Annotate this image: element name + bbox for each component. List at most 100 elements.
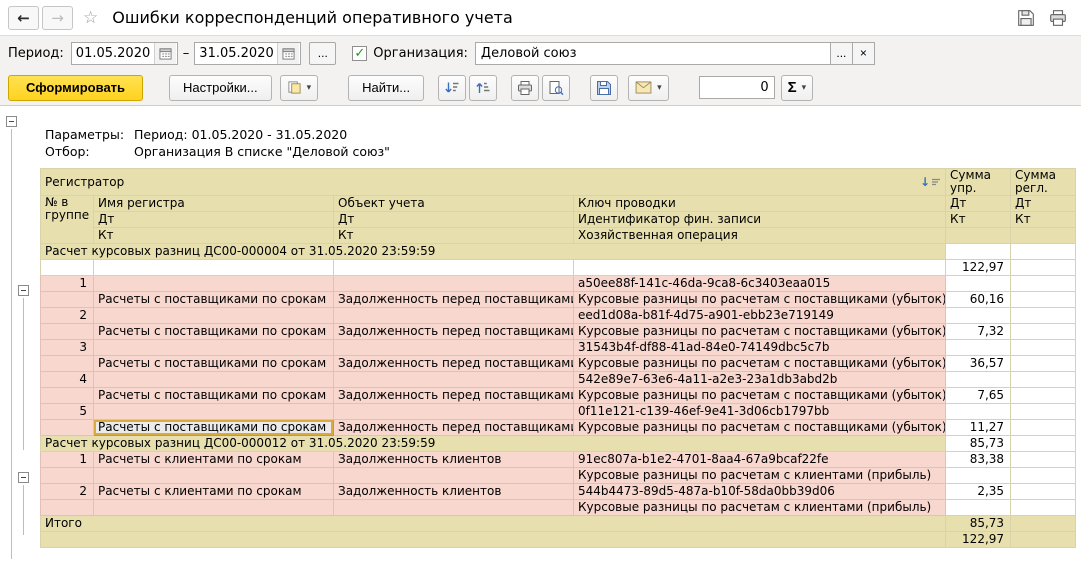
report-cell[interactable] xyxy=(1010,307,1077,324)
print-preview-button[interactable] xyxy=(542,74,571,101)
report-cell[interactable]: Курсовые разницы по расчетам с клиентами… xyxy=(572,499,947,516)
report-cell[interactable]: 122,97 xyxy=(945,531,1012,548)
report-cell[interactable]: Задолженность перед поставщиками xyxy=(333,355,574,372)
report-cell[interactable]: Курсовые разницы по расчетам с поставщик… xyxy=(572,387,947,404)
key-header-cell[interactable]: Ключ проводки xyxy=(572,195,947,212)
report-cell[interactable] xyxy=(93,275,334,292)
report-cell[interactable]: 85,73 xyxy=(945,435,1012,452)
report-cell[interactable] xyxy=(1010,403,1077,420)
report-cell[interactable]: 2 xyxy=(40,483,94,500)
group2-toggle[interactable] xyxy=(18,472,29,483)
quick-sum-field[interactable] xyxy=(698,76,775,99)
favorite-star-icon[interactable]: ☆ xyxy=(83,8,98,28)
report-cell[interactable] xyxy=(93,339,334,356)
report-cell[interactable] xyxy=(93,467,334,484)
report-cell[interactable]: 542e89e7-63e6-4a11-a2e3-23a1db3abd2b xyxy=(572,371,947,388)
report-cell[interactable] xyxy=(40,499,94,516)
sum-upr-kt-header-cell[interactable]: Кт xyxy=(945,211,1012,228)
date-to-input[interactable] xyxy=(195,42,278,64)
report-cell[interactable]: Расчеты с поставщиками по срокам xyxy=(93,291,334,308)
find-button[interactable]: Найти... xyxy=(348,74,425,101)
report-cell[interactable]: 2 xyxy=(40,307,94,324)
report-cell[interactable] xyxy=(40,291,94,308)
report-group-toggle[interactable] xyxy=(6,116,17,127)
report-cell[interactable]: 1 xyxy=(40,275,94,292)
report-cell[interactable] xyxy=(333,259,574,276)
period-more-button[interactable]: ... xyxy=(309,41,337,65)
report-cell[interactable]: 91ec807a-b1e2-4701-8aa4-67a9bcaf22fe xyxy=(572,451,947,468)
report-cell[interactable]: 5 xyxy=(40,403,94,420)
report-cell[interactable]: 2,35 xyxy=(945,483,1012,500)
report-cell[interactable] xyxy=(1010,275,1077,292)
group1-toggle[interactable] xyxy=(18,285,29,296)
generate-button[interactable]: Сформировать xyxy=(8,74,144,101)
report-cell[interactable] xyxy=(93,259,334,276)
report-cell[interactable]: Задолженность перед поставщиками xyxy=(333,323,574,340)
registrar-header-cell[interactable]: ↓ Регистратор xyxy=(39,168,947,196)
send-email-button[interactable]: ▾ xyxy=(628,74,669,101)
sum-regl-header-cell[interactable]: Сумма регл. xyxy=(1010,168,1077,196)
object-kt-header-cell[interactable]: Кт xyxy=(333,227,574,244)
report-cell[interactable]: 36,57 xyxy=(945,355,1012,372)
report-cell[interactable]: Задолженность перед поставщиками xyxy=(333,291,574,308)
report-cell[interactable] xyxy=(333,339,574,356)
report-cell[interactable] xyxy=(1010,259,1077,276)
operation-header-cell[interactable]: Хозяйственная операция xyxy=(572,227,947,244)
total-label-cell[interactable]: Итого xyxy=(39,515,947,532)
report-cell[interactable] xyxy=(1010,467,1077,484)
report-cell[interactable] xyxy=(1010,435,1077,452)
report-cell[interactable] xyxy=(40,387,94,404)
report-cell[interactable]: Курсовые разницы по расчетам с поставщик… xyxy=(572,323,947,340)
report-cell[interactable]: Расчеты с поставщиками по срокам xyxy=(93,323,334,340)
report-cell[interactable] xyxy=(572,259,947,276)
report-cell[interactable]: Расчеты с поставщиками по срокам xyxy=(93,355,334,372)
object-dt-header-cell[interactable]: Дт xyxy=(333,211,574,228)
report-cell[interactable] xyxy=(333,499,574,516)
report-cell[interactable] xyxy=(945,339,1012,356)
report-cell[interactable]: Курсовые разницы по расчетам с поставщик… xyxy=(572,291,947,308)
report-cell[interactable]: Задолженность перед поставщиками xyxy=(333,419,574,436)
report-cell[interactable] xyxy=(333,467,574,484)
report-cell[interactable] xyxy=(333,275,574,292)
selection-row[interactable]: Отбор: Организация В списке "Деловой сою… xyxy=(45,143,1081,160)
report-cell[interactable] xyxy=(93,403,334,420)
group-header-cell[interactable]: Расчет курсовых разниц ДС00-000004 от 31… xyxy=(39,243,947,260)
report-cell[interactable] xyxy=(333,403,574,420)
num-in-group-header-cell[interactable]: № в группе xyxy=(40,195,94,244)
register-kt-header-cell[interactable]: Кт xyxy=(93,227,334,244)
print-button[interactable] xyxy=(1045,6,1071,30)
organization-input[interactable] xyxy=(474,41,831,65)
report-cell[interactable]: Курсовые разницы по расчетам с поставщик… xyxy=(572,355,947,372)
report-cell[interactable]: Расчеты с поставщиками по срокам xyxy=(93,387,334,404)
parameters-row[interactable]: Параметры: Период: 01.05.2020 - 31.05.20… xyxy=(45,126,1081,143)
group-header-cell[interactable]: Расчет курсовых разниц ДС00-000012 от 31… xyxy=(39,435,947,452)
report-cell[interactable] xyxy=(333,371,574,388)
report-cell[interactable] xyxy=(93,499,334,516)
report-cell[interactable] xyxy=(40,259,94,276)
report-cell[interactable]: 7,32 xyxy=(945,323,1012,340)
settings-button[interactable]: Настройки... xyxy=(169,74,272,101)
back-button[interactable]: ← xyxy=(8,5,39,30)
forward-button[interactable]: → xyxy=(42,5,73,30)
report-cell[interactable] xyxy=(1010,371,1077,388)
report-cell[interactable] xyxy=(40,467,94,484)
report-cell[interactable] xyxy=(945,275,1012,292)
report-cell[interactable]: Курсовые разницы по расчетам с поставщик… xyxy=(572,419,947,436)
report-cell[interactable] xyxy=(1010,339,1077,356)
sum-upr-dt-header-cell[interactable]: Дт xyxy=(945,195,1012,212)
report-cell[interactable] xyxy=(945,371,1012,388)
report-cell[interactable] xyxy=(1010,387,1077,404)
report-cell[interactable]: Задолженность перед поставщиками xyxy=(333,387,574,404)
report-cell[interactable]: 60,16 xyxy=(945,291,1012,308)
report-cell[interactable] xyxy=(40,419,94,436)
report-cell[interactable]: 544b4473-89d5-487a-b10f-58da0bb39d06 xyxy=(572,483,947,500)
organization-more-button[interactable]: ... xyxy=(830,41,853,65)
empty-header-cell[interactable] xyxy=(945,227,1012,244)
report-cell[interactable]: Задолженность клиентов xyxy=(333,451,574,468)
report-cell[interactable] xyxy=(333,307,574,324)
report-cell[interactable] xyxy=(945,467,1012,484)
register-dt-header-cell[interactable]: Дт xyxy=(93,211,334,228)
report-cell[interactable] xyxy=(945,243,1012,260)
report-cell[interactable]: Задолженность клиентов xyxy=(333,483,574,500)
organization-checkbox[interactable]: ✓ xyxy=(352,45,368,61)
